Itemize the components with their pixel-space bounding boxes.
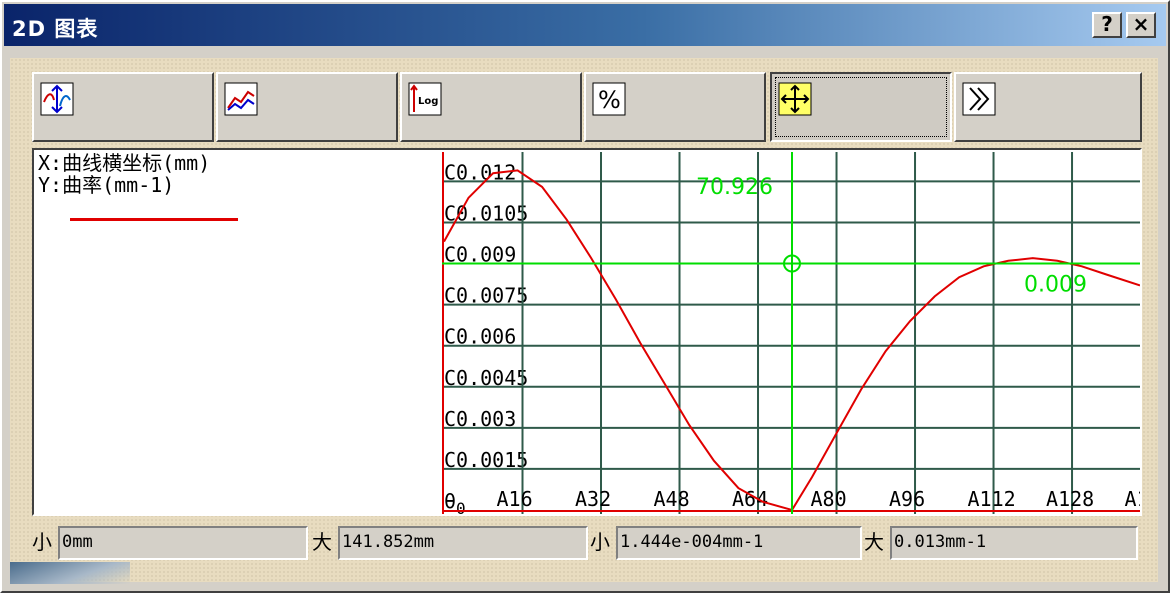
fit-all-icon: [778, 82, 812, 116]
x-min-field[interactable]: 0mm: [58, 526, 308, 560]
x-min-label: 小: [32, 530, 52, 554]
help-button[interactable]: ?: [1092, 12, 1122, 38]
x-tick-label: A32: [575, 487, 611, 511]
title-bar[interactable]: 2D 图表 ? ×: [4, 4, 1166, 46]
cursor-y-readout: 0.009: [1024, 273, 1087, 298]
x-tick-label: A96: [889, 487, 925, 511]
y-tick-label: C0.0105: [444, 201, 528, 225]
more-options-icon: [962, 82, 996, 116]
window-title: 2D 图表: [12, 17, 99, 41]
y-tick-label: C0.0045: [444, 366, 528, 390]
y-max-field[interactable]: 0.013mm-1: [890, 526, 1138, 560]
fit-all-button[interactable]: [770, 72, 952, 142]
curve-chart-button[interactable]: [216, 72, 398, 142]
range-status-bar: 小 0mm 大 141.852mm 小 1.444e-004mm-1 大 0.0…: [32, 522, 1142, 566]
chart-toolbar: Log %: [32, 72, 1142, 144]
y-min-label: 小: [590, 530, 610, 554]
y-max-label: 大: [864, 530, 884, 554]
x-tick-label: A16: [497, 487, 533, 511]
log-scale-icon: Log: [408, 82, 442, 116]
y-tick-label: C0.006: [444, 325, 516, 349]
y-axis-legend: Y:曲率(mm-1): [38, 173, 175, 197]
curvature-plot[interactable]: C0.012C0.0105C0.009C0.0075C0.006C0.0045C…: [442, 152, 1140, 514]
y-tick-label: C0.0015: [444, 448, 528, 472]
y-min-field[interactable]: 1.444e-004mm-1: [616, 526, 862, 560]
percent-icon-text: %: [598, 86, 621, 114]
percent-button[interactable]: %: [584, 72, 766, 142]
close-button[interactable]: ×: [1126, 12, 1156, 38]
x-max-label: 大: [312, 530, 332, 554]
series-color-swatch: [70, 218, 238, 221]
x-tick-label: A48: [654, 487, 690, 511]
x-tick-label: A64: [732, 487, 768, 511]
x-tick-label: A1: [1125, 487, 1140, 511]
x-axis-legend: X:曲线横坐标(mm): [38, 151, 211, 175]
resize-grip[interactable]: [10, 562, 130, 584]
chart-window: 2D 图表 ? × Log % X:曲线横坐标(mm) Y:曲率(mm-1) C…: [0, 0, 1170, 593]
scale-axes-button[interactable]: [32, 72, 214, 142]
x-tick-label: A80: [811, 487, 847, 511]
x-tick-label: A112: [968, 487, 1016, 511]
log-icon-text: Log: [418, 96, 438, 107]
axis-legend: X:曲线横坐标(mm) Y:曲率(mm-1): [38, 152, 438, 196]
percent-icon: %: [592, 82, 626, 116]
scale-both-axes-icon: [40, 82, 74, 116]
curve-chart-icon: [224, 82, 258, 116]
x-max-field[interactable]: 141.852mm: [338, 526, 588, 560]
y-tick-label: C0.003: [444, 407, 516, 431]
more-options-button[interactable]: [954, 72, 1142, 142]
log-scale-button[interactable]: Log: [400, 72, 582, 142]
y-tick-label: C0.0075: [444, 284, 528, 308]
origin-prefix: θ: [444, 489, 456, 513]
x-tick-label: A128: [1046, 487, 1094, 511]
cursor-x-readout: 70.926: [696, 175, 773, 200]
